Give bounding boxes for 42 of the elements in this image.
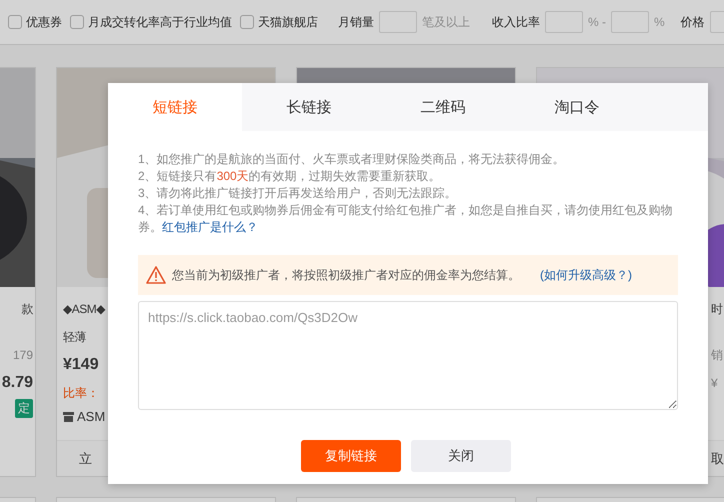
product-price: ¥149: [63, 355, 99, 375]
notice-text: 2、短链接只有300天的有效期，过期失效需要重新获取。: [138, 168, 442, 185]
input-field[interactable]: [379, 11, 417, 33]
commission-rate: 比率：: [63, 385, 99, 402]
store-icon: [63, 412, 74, 422]
product-title: 款: [22, 301, 33, 318]
checkbox-label: 月成交转化率高于行业均值: [88, 14, 232, 30]
input-field[interactable]: [611, 11, 649, 33]
checkbox[interactable]: [70, 15, 84, 29]
warning-text: 您当前为初级推广者，将按照初级推广者对应的佣金率为您结算。: [172, 266, 520, 284]
tab[interactable]: 淘口令: [510, 83, 644, 131]
checkbox[interactable]: [8, 15, 22, 29]
checkbox-label: 优惠券: [26, 14, 62, 30]
copy-button[interactable]: 复制链接: [301, 440, 401, 472]
monthly-sales: 销: [711, 347, 723, 364]
warning-icon: [146, 266, 166, 284]
original-price: 179: [12, 347, 33, 364]
product-title: 轻薄: [63, 329, 86, 346]
notice-text: 3、请勿将此推广链接打开后再发送给用户，否则无法跟踪。: [138, 185, 458, 202]
product-price: 8.79: [2, 373, 33, 393]
tab[interactable]: 长链接: [242, 83, 376, 131]
upgrade-link[interactable]: (如何升级高级？): [540, 266, 632, 284]
notice-text: 1、如您推广的是航旅的当面付、火车票或者理财保险类商品，将无法获得佣金。: [138, 151, 566, 168]
tag-label: 定: [15, 399, 33, 418]
original-price: ¥: [711, 375, 718, 392]
help-link[interactable]: 红包推广是什么？: [162, 220, 258, 234]
input-field[interactable]: [545, 11, 583, 33]
checkbox[interactable]: [240, 15, 254, 29]
product-title: ◆ASM◆: [63, 301, 105, 318]
unit-label: %: [654, 15, 665, 29]
unit-label: % -: [588, 15, 606, 29]
tab[interactable]: 二维码: [376, 83, 510, 131]
filter-label: 收入比率: [492, 14, 540, 30]
filter-label: 价格: [680, 14, 705, 30]
unit-label: 笔及以上: [422, 14, 470, 30]
tab[interactable]: 短链接: [108, 83, 242, 131]
notice-text: 4、若订单使用红包或购物券后佣金有可能支付给红包推广者，如您是自推自买，请勿使用红包及购物券。红包推广是什么？: [138, 202, 674, 236]
shop-name: ASM: [77, 409, 106, 424]
checkbox-label: 天猫旗舰店: [258, 14, 318, 30]
close-button[interactable]: 关闭: [411, 440, 511, 472]
filter-label: 月销量: [338, 14, 374, 30]
product-title: 时: [711, 301, 722, 318]
